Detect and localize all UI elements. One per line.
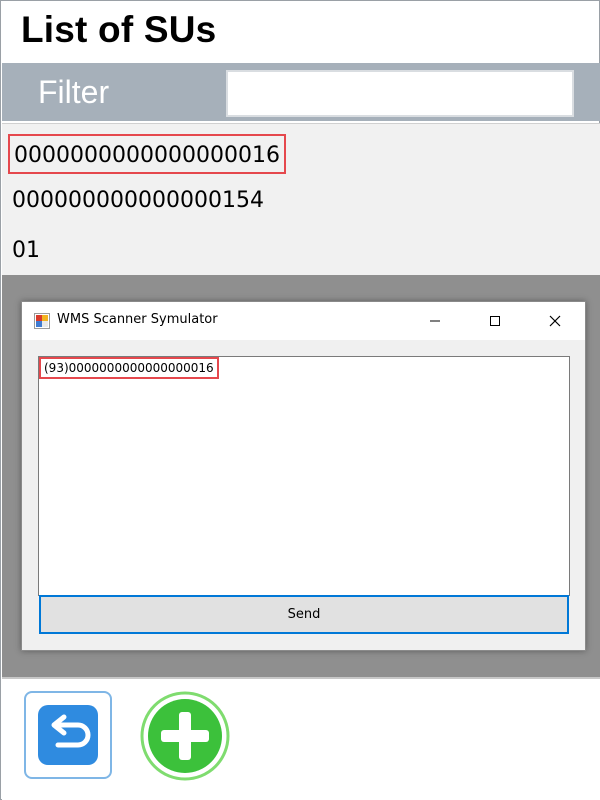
window-titlebar[interactable]: WMS Scanner Symulator [22,302,585,340]
filter-bar: Filter [2,63,600,121]
minimize-button[interactable] [405,302,465,340]
back-button[interactable] [24,691,112,779]
su-list-item[interactable]: 01 [12,231,40,271]
scan-text: (93)0000000000000000016 [39,357,219,379]
send-button[interactable]: Send [39,595,569,634]
app-frame: List of SUs Filter 0000000000000000016 0… [0,0,600,800]
su-list-item[interactable]: 000000000000000154 [12,181,264,221]
close-icon [549,315,561,327]
su-list-item-selected[interactable]: 0000000000000000016 [8,134,286,174]
plus-circle-icon [140,691,230,781]
bottom-toolbar [2,679,600,800]
minimize-icon [430,320,440,322]
add-button[interactable] [138,689,232,783]
filter-label: Filter [38,74,110,110]
maximize-icon [490,316,500,326]
page-title: List of SUs [21,9,217,50]
app-icon [34,313,50,329]
scanner-window: WMS Scanner Symulator (93)00000000000000… [21,301,586,651]
close-button[interactable] [525,302,585,340]
maximize-button[interactable] [465,302,525,340]
window-title: WMS Scanner Symulator [57,312,218,327]
su-list: 0000000000000000016 000000000000000154 0… [2,123,600,275]
filter-input[interactable] [226,70,574,117]
scan-textarea[interactable]: (93)0000000000000000016 [38,356,570,596]
undo-arrow-icon [38,705,98,765]
